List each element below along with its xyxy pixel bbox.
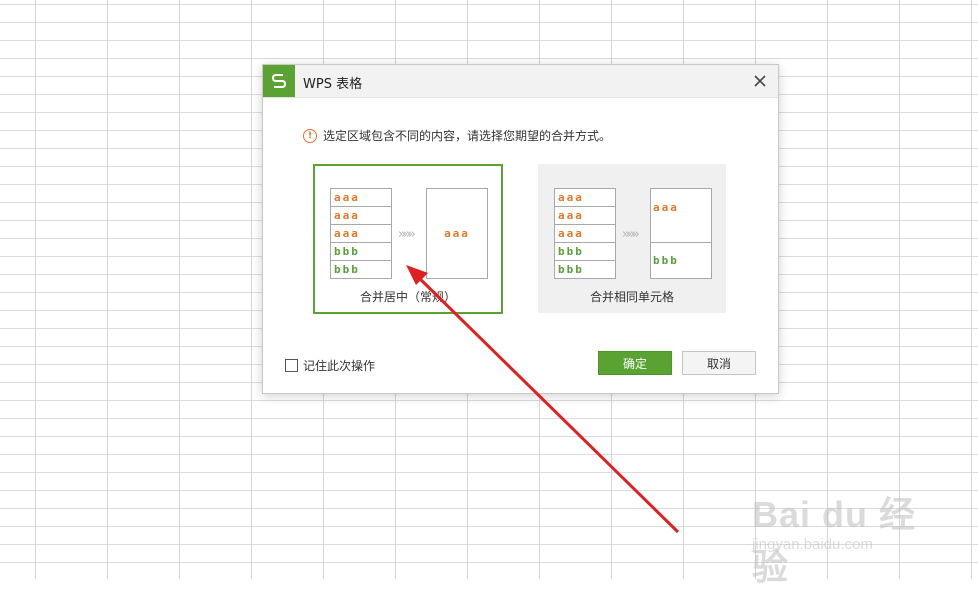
baidu-watermark: Bai du 经验 jingyan.baidu.com	[752, 478, 952, 587]
table-row: aaa	[555, 207, 615, 225]
arrow-right-icon: »»»	[398, 227, 416, 242]
result-cell: aaa	[444, 227, 470, 240]
table-row: bbb	[555, 243, 615, 261]
ok-button[interactable]: 确定	[598, 351, 672, 375]
result-cell: aaa	[651, 189, 711, 243]
wps-logo-icon	[263, 65, 295, 97]
remember-choice[interactable]: 记住此次操作	[285, 357, 375, 374]
table-row: aaa	[331, 189, 391, 207]
table-row: aaa	[331, 225, 391, 243]
remember-checkbox[interactable]	[285, 359, 298, 372]
warning-message: ! 选定区域包含不同的内容，请选择您期望的合并方式。	[303, 127, 611, 144]
result-table: aaa bbb	[650, 188, 712, 279]
dialog-title: WPS 表格	[303, 77, 363, 92]
dialog-titlebar: WPS 表格	[263, 65, 778, 98]
arrow-right-icon: »»»	[622, 227, 640, 242]
cancel-button[interactable]: 取消	[682, 351, 756, 375]
result-cell: bbb	[653, 253, 679, 267]
table-row: bbb	[558, 263, 584, 276]
table-row: bbb	[334, 263, 360, 276]
close-icon[interactable]	[750, 71, 770, 91]
table-row: aaa	[555, 225, 615, 243]
merge-dialog: WPS 表格 ! 选定区域包含不同的内容，请选择您期望的合并方式。 aaa aa…	[262, 64, 779, 394]
table-row: bbb	[331, 243, 391, 261]
result-table: aaa	[426, 188, 488, 279]
warning-icon: !	[303, 128, 317, 143]
remember-label: 记住此次操作	[303, 359, 376, 373]
watermark-url: jingyan.baidu.com	[752, 536, 873, 553]
source-table: aaa aaa aaa bbb bbb	[554, 188, 616, 279]
option-label: 合并相同单元格	[589, 290, 674, 304]
option-label: 合并居中（常规）	[359, 290, 456, 304]
table-row: aaa	[555, 189, 615, 207]
message-text: 选定区域包含不同的内容，请选择您期望的合并方式。	[323, 129, 612, 143]
option-merge-center[interactable]: aaa aaa aaa bbb bbb »»» aaa 合并居中（常规）	[313, 164, 503, 314]
table-row: aaa	[331, 207, 391, 225]
source-table: aaa aaa aaa bbb bbb	[330, 188, 392, 279]
option-merge-same[interactable]: aaa aaa aaa bbb bbb »»» aaa bbb 合并相同单元格	[538, 164, 726, 313]
